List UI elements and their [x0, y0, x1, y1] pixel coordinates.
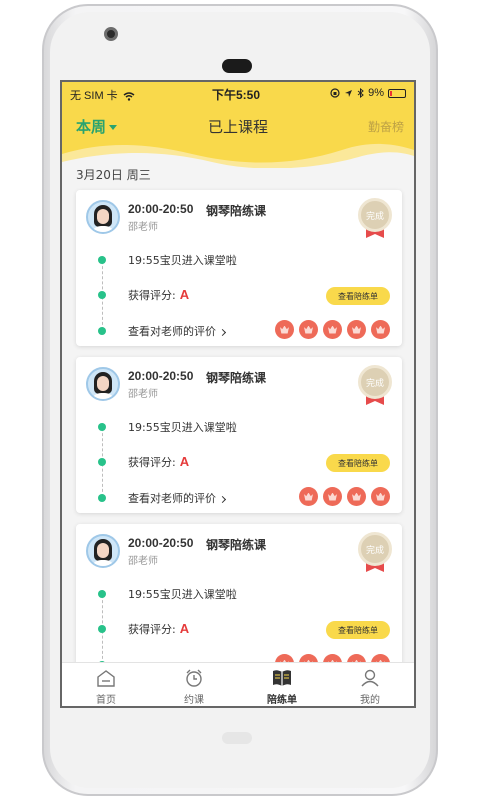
- grade-value: A: [179, 287, 190, 302]
- page-title: 已上课程: [207, 118, 268, 136]
- carrier-text: 无 SIM 卡: [70, 90, 118, 102]
- timeline-dot: [98, 327, 106, 335]
- teacher-avatar: [86, 534, 120, 568]
- view-practice-sheet-button[interactable]: 查看陪练单: [326, 454, 390, 472]
- score-row: 获得评分: A: [128, 621, 189, 637]
- course-card[interactable]: 20:00-20:50 钢琴陪练课 邵老师 完成 19:55宝贝进入课堂啦 获得…: [76, 357, 402, 513]
- crown-medal-icon: [299, 487, 318, 506]
- teacher-avatar: [86, 200, 120, 234]
- battery-icon: [388, 88, 406, 98]
- crown-medal-icon: [347, 320, 366, 339]
- seal-badge: 完成: [358, 532, 392, 566]
- header-wave: [62, 143, 414, 168]
- tab-booking-label: 约课: [184, 695, 204, 706]
- score-label: 获得评分:: [128, 289, 176, 302]
- alarm-clock-icon: [186, 669, 202, 687]
- location-icon: [345, 89, 353, 97]
- crown-medal-icon: [323, 320, 342, 339]
- tab-home[interactable]: 首页: [62, 663, 150, 706]
- course-time: 20:00-20:50: [128, 202, 194, 216]
- seal-badge: 完成: [358, 198, 392, 232]
- tab-home-label: 首页: [96, 695, 116, 706]
- crown-medal-icon: [323, 487, 342, 506]
- rating-medals: [299, 487, 390, 506]
- app-screen: 无 SIM 卡 下午5:50 9% 本周 已上课程 勤奋榜 3月20日 周三 2…: [60, 80, 416, 708]
- wifi-icon: [123, 91, 135, 101]
- course-name: 钢琴陪练课: [206, 538, 267, 552]
- timeline-dot: [98, 494, 106, 502]
- date-heading: 3月20日 周三: [76, 168, 151, 182]
- crown-medal-icon: [371, 487, 390, 506]
- score-label: 获得评分:: [128, 456, 176, 469]
- tab-practice-sheet-label: 陪练单: [267, 695, 297, 706]
- carrier-label: 无 SIM 卡: [70, 87, 135, 103]
- score-label: 获得评分:: [128, 623, 176, 636]
- status-bar: 无 SIM 卡 下午5:50 9%: [62, 82, 414, 104]
- crown-medal-icon: [299, 320, 318, 339]
- front-camera: [104, 27, 118, 41]
- course-name: 钢琴陪练课: [206, 204, 267, 218]
- course-time: 20:00-20:50: [128, 369, 194, 383]
- score-row: 获得评分: A: [128, 454, 189, 470]
- seal-badge: 完成: [358, 365, 392, 399]
- tab-profile[interactable]: 我的: [326, 663, 414, 706]
- entered-class-text: 19:55宝贝进入课堂啦: [128, 588, 237, 601]
- clock: 下午5:50: [212, 88, 261, 102]
- view-teacher-review-link[interactable]: 查看对老师的评价: [128, 323, 227, 339]
- rating-medals: [275, 320, 390, 339]
- completed-seal: 完成: [358, 365, 392, 407]
- phone-chin: [222, 732, 252, 744]
- timeline-dot: [98, 423, 106, 431]
- course-time: 20:00-20:50: [128, 536, 194, 550]
- leaderboard-link[interactable]: 勤奋榜: [368, 118, 404, 135]
- book-icon: [273, 670, 291, 686]
- completed-seal: 完成: [358, 198, 392, 240]
- timeline-dot: [98, 256, 106, 264]
- teacher-avatar: [86, 367, 120, 401]
- entered-class-text: 19:55宝贝进入课堂啦: [128, 254, 237, 267]
- earpiece-speaker: [222, 59, 252, 73]
- tab-practice-sheet[interactable]: 陪练单: [238, 663, 326, 706]
- completed-seal: 完成: [358, 532, 392, 574]
- tab-profile-label: 我的: [360, 695, 380, 706]
- chevron-right-icon: [218, 495, 227, 503]
- course-card[interactable]: 20:00-20:50 钢琴陪练课 邵老师 完成 19:55宝贝进入课堂啦 获得…: [76, 524, 402, 680]
- crown-medal-icon: [275, 320, 294, 339]
- bluetooth-icon: [357, 88, 364, 98]
- chevron-right-icon: [218, 328, 227, 336]
- tab-booking[interactable]: 约课: [150, 663, 238, 706]
- rotation-lock-icon: [330, 88, 340, 98]
- entered-class-text: 19:55宝贝进入课堂啦: [128, 421, 237, 434]
- nav-bar: 本周 已上课程 勤奋榜: [62, 116, 414, 140]
- grade-value: A: [179, 454, 190, 469]
- status-icons: 9%: [330, 87, 406, 99]
- crown-medal-icon: [347, 487, 366, 506]
- course-card[interactable]: 20:00-20:50 钢琴陪练课 邵老师 完成 19:55宝贝进入课堂啦 获得…: [76, 190, 402, 346]
- review-link-label: 查看对老师的评价: [128, 492, 216, 505]
- timeline-dot: [98, 458, 106, 466]
- timeline-dot: [98, 590, 106, 598]
- view-practice-sheet-button[interactable]: 查看陪练单: [326, 287, 390, 305]
- header: 无 SIM 卡 下午5:50 9% 本周 已上课程 勤奋榜: [62, 82, 414, 168]
- battery-percent: 9%: [368, 87, 384, 99]
- home-icon: [97, 670, 115, 687]
- course-name: 钢琴陪练课: [206, 371, 267, 385]
- person-icon: [361, 669, 379, 687]
- crown-medal-icon: [371, 320, 390, 339]
- bottom-tab-bar: 首页 约课 陪练单 我的: [62, 662, 414, 706]
- timeline-dot: [98, 625, 106, 633]
- review-link-label: 查看对老师的评价: [128, 325, 216, 338]
- grade-value: A: [179, 621, 190, 636]
- teacher-name: 邵老师: [128, 389, 158, 400]
- teacher-name: 邵老师: [128, 222, 158, 233]
- timeline-dot: [98, 291, 106, 299]
- view-teacher-review-link[interactable]: 查看对老师的评价: [128, 490, 227, 506]
- view-practice-sheet-button[interactable]: 查看陪练单: [326, 621, 390, 639]
- teacher-name: 邵老师: [128, 556, 158, 567]
- score-row: 获得评分: A: [128, 287, 189, 303]
